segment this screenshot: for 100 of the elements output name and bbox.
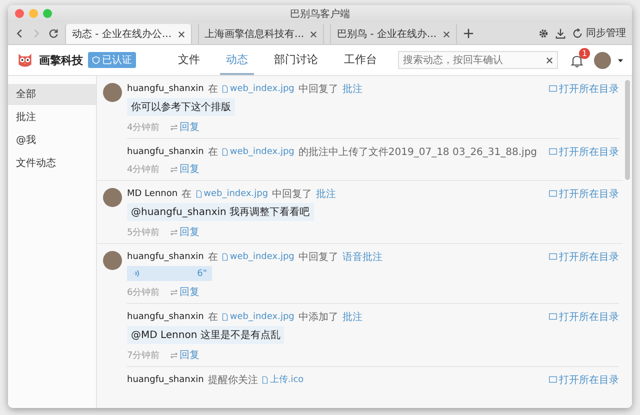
comment-bubble: @huangfu_shanxin 我再调整下看看吧 (127, 203, 314, 221)
folder-icon (549, 313, 557, 320)
sync-icon (572, 28, 583, 38)
preposition-text: 在 (208, 250, 218, 264)
download-icon[interactable] (555, 28, 566, 38)
open-folder-link[interactable]: 打开所在目录 (549, 372, 619, 386)
file-link[interactable]: web_index.jpg (222, 146, 294, 156)
folder-icon (549, 253, 557, 260)
preposition-text: 在 (182, 188, 192, 200)
company-name: 画擎科技 (39, 52, 83, 68)
open-folder-link[interactable]: 打开所在目录 (549, 186, 619, 200)
reply-link[interactable]: 回复 (170, 162, 200, 176)
user-avatar[interactable] (102, 83, 122, 102)
file-link[interactable]: web_index.jpg (196, 188, 268, 198)
timestamp: 4分钟前 (127, 164, 160, 176)
sidebar-item[interactable]: 文件动态 (8, 153, 96, 174)
annotation-link[interactable]: 批注 (316, 186, 336, 200)
open-folder-link[interactable]: 打开所在目录 (549, 82, 619, 96)
browser-tab[interactable]: 巴别鸟 - 企业在线办... (330, 24, 457, 44)
annotation-link[interactable]: 批注 (342, 310, 362, 324)
action-text: 的批注中上传了文件2019_07_18 03_26_31_88.jpg (298, 146, 538, 158)
folder-icon (549, 376, 557, 383)
timestamp: 4分钟前 (127, 122, 160, 134)
action-text: 提醒你关注 (208, 374, 258, 386)
search-field[interactable]: 搜索动态，按回车确认 (398, 51, 558, 69)
window-title: 巴别鸟客户端 (290, 8, 350, 20)
timestamp: 5分钟前 (127, 226, 160, 238)
scrollbar[interactable] (625, 80, 630, 180)
sidebar-item[interactable]: 全部 (8, 84, 96, 105)
reply-link[interactable]: 回复 (170, 348, 200, 362)
open-folder-link[interactable]: 打开所在目录 (549, 250, 619, 264)
timestamp: 6分钟前 (127, 286, 160, 298)
preposition-text: 在 (208, 82, 218, 96)
nav-tab[interactable]: 工作台 (338, 45, 383, 75)
action-text: 中添加了 (298, 310, 338, 324)
user-name[interactable]: huangfu_shanxin (127, 374, 204, 384)
nav-tab[interactable]: 部门讨论 (268, 45, 324, 75)
file-icon (262, 376, 268, 384)
file-icon (196, 190, 202, 198)
sync-manager-button[interactable]: 同步管理 (572, 26, 626, 40)
new-tab-icon[interactable] (462, 28, 474, 38)
shield-icon (92, 56, 100, 64)
user-name[interactable]: huangfu_shanxin (127, 84, 204, 94)
voice-duration: 6" (197, 268, 207, 278)
folder-icon (549, 85, 557, 92)
reload-icon[interactable] (48, 28, 59, 38)
swap-arrows-icon (170, 124, 178, 130)
notification-count: 1 (579, 48, 590, 59)
reply-link[interactable]: 回复 (170, 225, 200, 239)
comment-bubble: @MD Lennon 这里是不是有点乱 (127, 326, 284, 344)
file-link[interactable]: web_index.jpg (222, 312, 294, 322)
swap-arrows-icon (170, 228, 178, 236)
user-avatar[interactable] (102, 188, 122, 207)
file-icon (222, 252, 228, 260)
swap-arrows-icon (170, 288, 178, 296)
action-text: 中回复了 (298, 82, 338, 96)
comment-bubble: 你可以参考下这个排版 (127, 98, 235, 116)
user-name[interactable]: huangfu_shanxin (127, 146, 204, 156)
open-folder-link[interactable]: 打开所在目录 (549, 310, 619, 324)
voice-message[interactable]: 6" (127, 266, 212, 281)
caret-icon[interactable] (617, 56, 624, 64)
sidebar-item[interactable]: 批注 (8, 107, 96, 128)
user-name[interactable]: huangfu_shanxin (127, 312, 204, 322)
user-avatar[interactable] (102, 251, 122, 270)
action-text: 中回复了 (298, 250, 338, 264)
owl-logo-icon (16, 51, 34, 69)
browser-tab[interactable]: 上海画擎信息科技有... (198, 24, 324, 44)
action-text: 中回复了 (272, 188, 312, 200)
reply-link[interactable]: 回复 (170, 120, 200, 134)
open-folder-link[interactable]: 打开所在目录 (549, 144, 620, 158)
close-tab-icon[interactable] (178, 30, 185, 38)
annotation-link[interactable]: 批注 (342, 82, 362, 96)
settings-icon[interactable] (538, 28, 549, 38)
bell-icon[interactable] (570, 54, 584, 68)
sidebar-item[interactable]: @我 (8, 130, 96, 151)
back-icon[interactable] (14, 28, 25, 38)
sound-icon (132, 269, 141, 278)
clear-icon[interactable] (546, 56, 553, 64)
browser-tab[interactable]: 动态 - 企业在线办公... (65, 24, 192, 44)
file-link[interactable]: web_index.jpg (222, 84, 294, 94)
reply-link[interactable]: 回复 (170, 285, 200, 299)
user-name[interactable]: huangfu_shanxin (127, 252, 204, 262)
swap-arrows-icon (170, 352, 178, 358)
close-tab-icon[interactable] (442, 30, 450, 38)
close-tab-icon[interactable] (310, 30, 318, 38)
file-icon (222, 148, 228, 156)
verified-label: 已认证 (102, 54, 132, 67)
file-link[interactable]: 上传.ico (262, 373, 304, 386)
file-link[interactable]: web_index.jpg (222, 252, 294, 262)
user-avatar[interactable] (594, 52, 611, 68)
file-icon (222, 84, 228, 92)
timestamp: 7分钟前 (127, 350, 160, 362)
nav-tab[interactable]: 文件 (172, 45, 206, 75)
preposition-text: 在 (208, 310, 218, 324)
folder-icon (549, 190, 557, 197)
file-icon (222, 312, 228, 320)
swap-arrows-icon (170, 166, 178, 172)
user-name[interactable]: MD Lennon (127, 188, 178, 198)
annotation-link[interactable]: 语音批注 (342, 250, 382, 264)
preposition-text: 在 (208, 146, 218, 158)
